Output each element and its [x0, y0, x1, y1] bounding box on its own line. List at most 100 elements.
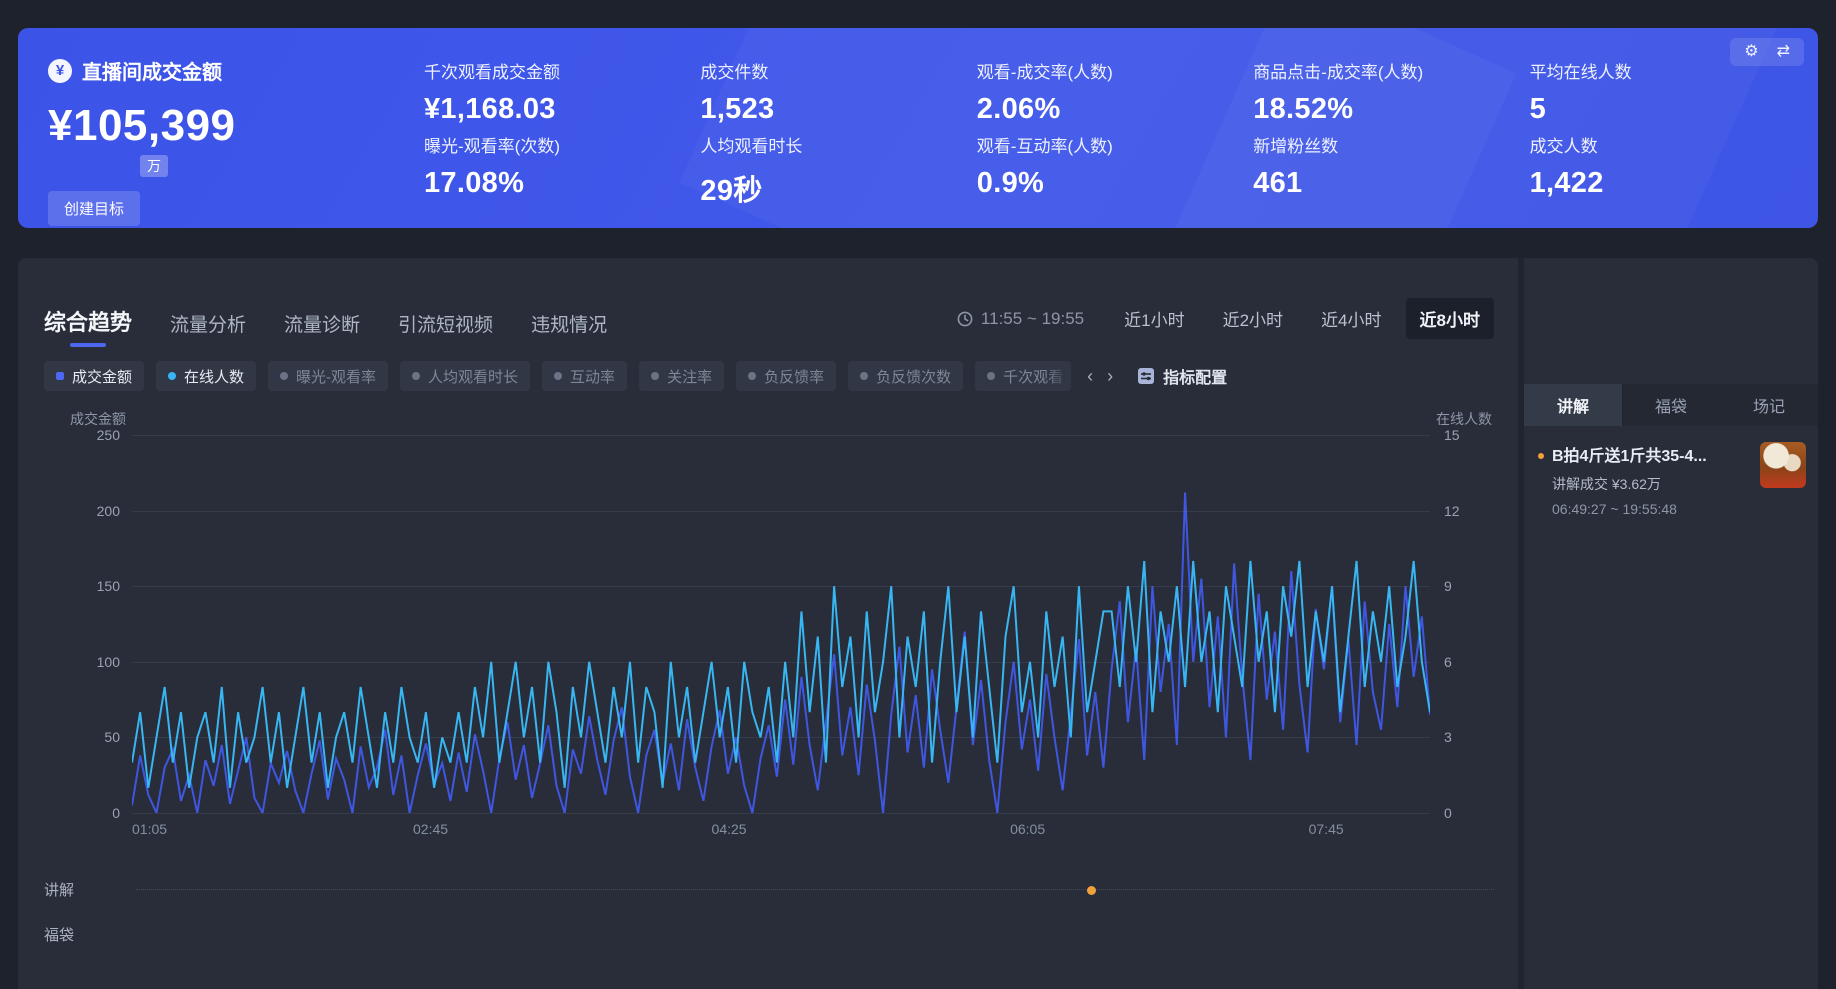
legend-marker [168, 372, 176, 380]
event-row-label: 福袋 [44, 924, 136, 945]
x-axis-labels: 01:0502:4504:2506:0507:45 [132, 813, 1430, 843]
tab-违规情况[interactable]: 违规情况 [531, 310, 607, 347]
explain-item[interactable]: B拍4斤送1斤共35-4... 讲解成交 ¥3.62万 06:49:27 ~ 1… [1524, 426, 1818, 517]
right-tab-讲解[interactable]: 讲解 [1524, 384, 1622, 426]
event-row-label: 讲解 [44, 879, 136, 900]
gridline [132, 737, 1430, 738]
chips-pagination: ‹ › [1083, 366, 1117, 387]
right-tick: 15 [1444, 427, 1460, 443]
chips-next-icon[interactable]: › [1107, 366, 1113, 387]
metric-value: 18.52% [1253, 93, 1511, 126]
legend-chip-label: 人均观看时长 [428, 366, 518, 387]
create-goal-button[interactable]: 创建目标 [48, 191, 140, 226]
legend-chip-label: 关注率 [667, 366, 712, 387]
range-button-近2小时[interactable]: 近2小时 [1209, 298, 1297, 339]
tab-流量分析[interactable]: 流量分析 [170, 310, 246, 347]
tab-流量诊断[interactable]: 流量诊断 [284, 310, 360, 347]
metric-label: 新增粉丝数 [1253, 132, 1511, 157]
right-tab-福袋[interactable]: 福袋 [1622, 384, 1720, 426]
tab-引流短视频[interactable]: 引流短视频 [398, 310, 493, 347]
metric-value: 1,523 [700, 93, 958, 126]
left-tick: 0 [112, 805, 120, 821]
banner-metric: 新增粉丝数461 [1253, 132, 1511, 209]
legend-chip-在线人数[interactable]: 在线人数 [156, 361, 256, 391]
metric-config-button[interactable]: 指标配置 [1137, 364, 1227, 388]
range-button-近8小时[interactable]: 近8小时 [1406, 298, 1494, 339]
left-tick: 100 [97, 654, 120, 670]
right-panel: 讲解福袋场记 B拍4斤送1斤共35-4... 讲解成交 ¥3.62万 06:49… [1518, 258, 1818, 989]
clock-icon [957, 311, 973, 327]
item-subtitle: 讲解成交 ¥3.62万 [1538, 474, 1750, 494]
legend-chip-成交金额[interactable]: 成交金额 [44, 361, 144, 391]
left-tick: 50 [104, 729, 120, 745]
gridline [132, 586, 1430, 587]
legend-marker [554, 372, 562, 380]
time-range-row: 11:55 ~ 19:55 近1小时近2小时近4小时近8小时 [957, 298, 1494, 347]
legend-chip-label: 成交金额 [72, 366, 132, 387]
x-tick: 01:05 [132, 821, 167, 837]
legend-marker [412, 372, 420, 380]
metrics-grid: 千次观看成交金额¥1,168.03成交件数1,523观看-成交率(人数)2.06… [378, 50, 1788, 210]
right-tab-场记[interactable]: 场记 [1720, 384, 1818, 426]
legend-chip-千次观看[interactable]: 千次观看 [975, 361, 1071, 391]
gridline [132, 435, 1430, 436]
banner-metric: 观看-互动率(人数)0.9% [977, 132, 1235, 209]
legend-chip-label: 千次观看 [1003, 366, 1063, 387]
legend-marker [860, 372, 868, 380]
x-tick: 07:45 [1309, 821, 1344, 837]
item-bullet-icon [1538, 453, 1544, 459]
legend-chip-label: 负反馈次数 [876, 366, 951, 387]
swap-icon[interactable]: ⇄ [1777, 44, 1790, 60]
trend-chart: 成交金额 在线人数 250200150100500 15129630 01:05… [44, 409, 1494, 843]
metric-label: 成交件数 [700, 58, 958, 83]
event-dot[interactable] [1087, 886, 1096, 895]
metric-value: ¥1,168.03 [424, 93, 682, 126]
gmv-value: ¥105,399 [48, 101, 378, 151]
range-button-近1小时[interactable]: 近1小时 [1110, 298, 1198, 339]
legend-chip-关注率[interactable]: 关注率 [639, 361, 724, 391]
legend-marker [56, 372, 64, 380]
legend-chip-label: 负反馈率 [764, 366, 824, 387]
chips-prev-icon[interactable]: ‹ [1087, 366, 1093, 387]
gear-icon[interactable]: ⚙ [1744, 44, 1758, 60]
banner-metric: 成交人数1,422 [1530, 132, 1788, 209]
event-row-讲解: 讲解 [44, 867, 1494, 912]
metric-value: 29秒 [700, 167, 958, 209]
banner-metric: 千次观看成交金额 ¥1,168.03 [424, 58, 682, 126]
metric-label: 千次观看成交金额 [424, 58, 682, 83]
legend-chips-row: 成交金额在线人数曝光-观看率人均观看时长互动率关注率负反馈率负反馈次数千次观看 … [44, 361, 1494, 391]
item-time-range: 06:49:27 ~ 19:55:48 [1538, 501, 1750, 517]
legend-chip-负反馈率[interactable]: 负反馈率 [736, 361, 836, 391]
main-panel: 综合趋势 流量分析 流量诊断 引流短视频 违规情况 11:55 ~ 19:55 近1小时… [18, 258, 1818, 989]
section-tabs: 综合趋势 流量分析 流量诊断 引流短视频 违规情况 [44, 305, 607, 347]
x-tick: 06:05 [1010, 821, 1045, 837]
metric-label: 观看-成交率(人数) [977, 58, 1235, 83]
event-timeline [136, 889, 1494, 890]
legend-chip-曝光-观看率[interactable]: 曝光-观看率 [268, 361, 388, 391]
left-tick: 150 [97, 578, 120, 594]
metric-value: 17.08% [424, 167, 682, 200]
event-row-福袋: 福袋 [44, 912, 1494, 957]
banner-metric: 曝光-观看率(次数) 17.08% [424, 132, 682, 209]
legend-chip-负反馈次数[interactable]: 负反馈次数 [848, 361, 963, 391]
chart-plot-area[interactable] [132, 435, 1430, 813]
trend-section: 综合趋势 流量分析 流量诊断 引流短视频 违规情况 11:55 ~ 19:55 近1小时… [18, 258, 1518, 989]
legend-marker [987, 372, 995, 380]
tab-综合趋势[interactable]: 综合趋势 [44, 305, 132, 347]
range-button-近4小时[interactable]: 近4小时 [1307, 298, 1395, 339]
legend-chip-人均观看时长[interactable]: 人均观看时长 [400, 361, 530, 391]
gridline [132, 662, 1430, 663]
metric-label: 人均观看时长 [700, 132, 958, 157]
right-tick: 0 [1444, 805, 1452, 821]
range-buttons: 近1小时近2小时近4小时近8小时 [1110, 298, 1494, 339]
gridline [132, 511, 1430, 512]
right-axis-ticks: 15129630 [1430, 435, 1494, 813]
gmv-block: ¥ 直播间成交金额 ¥105,399 万 创建目标 [48, 50, 378, 210]
time-span-label: 11:55 ~ 19:55 [981, 309, 1084, 329]
legend-chip-互动率[interactable]: 互动率 [542, 361, 627, 391]
legend-marker [280, 372, 288, 380]
metric-label: 曝光-观看率(次数) [424, 132, 682, 157]
left-axis-ticks: 250200150100500 [44, 435, 132, 813]
metric-label: 商品点击-成交率(人数) [1253, 58, 1511, 83]
legend-chip-label: 互动率 [570, 366, 615, 387]
